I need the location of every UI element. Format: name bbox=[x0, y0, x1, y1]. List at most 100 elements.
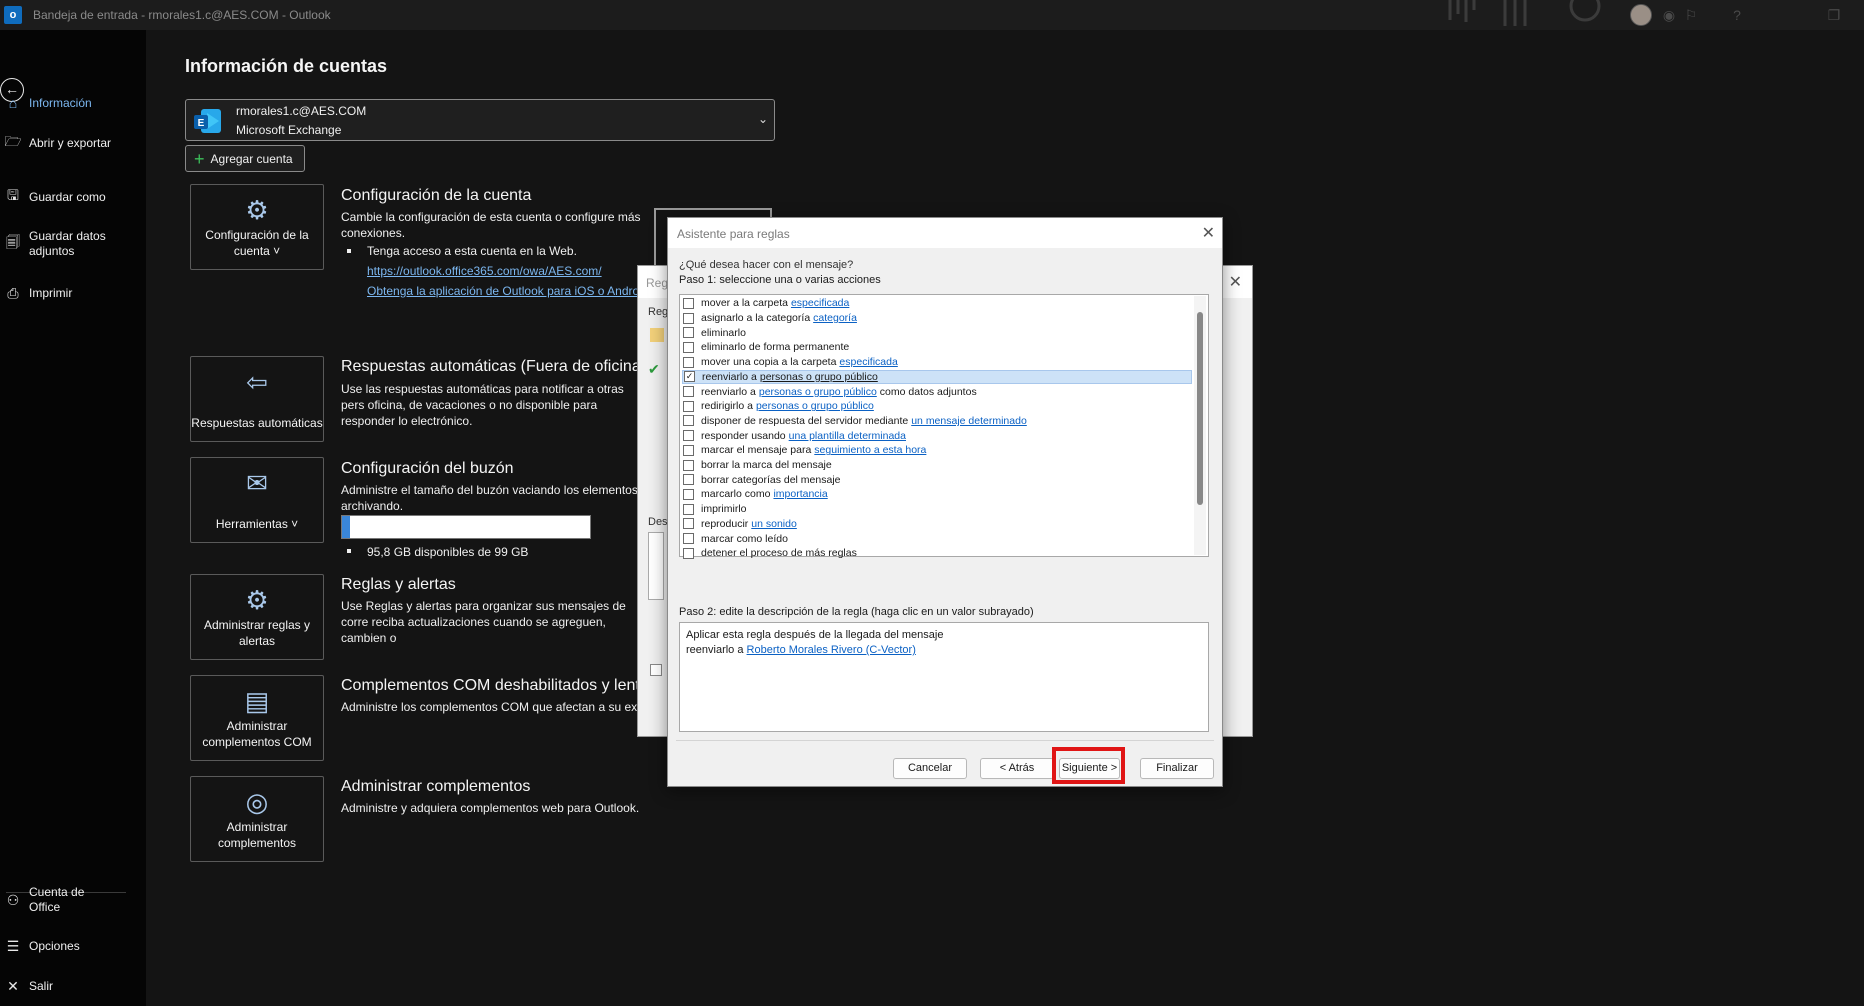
checkbox[interactable] bbox=[683, 547, 694, 559]
nav-item-opciones[interactable]: ☰ Opciones bbox=[0, 931, 146, 961]
storage-progress-bar bbox=[341, 515, 591, 539]
action-row[interactable]: ✓ reenviarlo a personas o grupo público bbox=[682, 369, 1192, 385]
action-row[interactable]: reproducir un sonido bbox=[682, 517, 1192, 532]
checkbox[interactable] bbox=[683, 386, 694, 398]
action-text: reenviarlo a bbox=[701, 385, 756, 398]
action-link[interactable]: personas o grupo público bbox=[759, 386, 877, 398]
nav-item-informacion[interactable]: ⌂ Información bbox=[0, 88, 146, 118]
action-row[interactable]: reenviarlo a personas o grupo público como… bbox=[682, 384, 1192, 399]
action-link[interactable]: un mensaje determinado bbox=[911, 415, 1027, 427]
exchange-icon: E bbox=[194, 109, 221, 133]
description-line: Aplicar esta regla después de la llegada… bbox=[686, 629, 944, 641]
checkbox[interactable] bbox=[683, 533, 694, 545]
section-text: Cambie la configuración de esta cuenta o… bbox=[341, 210, 641, 240]
action-row[interactable]: asignarlo a la categoría categoría bbox=[682, 311, 1192, 326]
nav-item-guardar-como[interactable]: 🖫 Guardar como bbox=[0, 182, 146, 212]
tools-button[interactable]: ✉ Herramientas ˅ bbox=[190, 457, 324, 543]
mobile-app-link[interactable]: Obtenga la aplicación de Outlook para iO… bbox=[367, 284, 639, 298]
action-link[interactable]: una plantilla determinada bbox=[789, 430, 906, 442]
action-row[interactable]: marcar el mensaje para seguimiento a esta… bbox=[682, 443, 1192, 458]
checkbox[interactable] bbox=[683, 430, 694, 442]
finish-button[interactable]: Finalizar bbox=[1140, 758, 1214, 779]
checkbox[interactable] bbox=[683, 415, 694, 427]
action-text: reenviarlo a bbox=[702, 370, 757, 383]
action-text: marcar el mensaje para bbox=[701, 444, 812, 457]
step2-label: Paso 2: edite la descripción de la regla… bbox=[679, 606, 1034, 618]
action-link[interactable]: categoría bbox=[813, 312, 857, 324]
action-link[interactable]: un sonido bbox=[751, 518, 797, 530]
save-attachments-icon: 🗐 bbox=[6, 234, 20, 250]
account-dropdown[interactable]: E rmorales1.c@AES.COM Microsoft Exchange… bbox=[185, 99, 775, 141]
back-button[interactable]: < Atrás bbox=[980, 758, 1054, 779]
checkbox[interactable] bbox=[683, 459, 694, 471]
checkbox[interactable] bbox=[683, 297, 694, 309]
section-text: Administre y adquiera complementos web p… bbox=[341, 801, 640, 815]
action-row[interactable]: mover una copia a la carpeta especificada bbox=[682, 355, 1192, 370]
action-link[interactable]: especificada bbox=[839, 356, 897, 368]
checkbox[interactable] bbox=[683, 312, 694, 324]
action-link[interactable]: personas o grupo público bbox=[756, 400, 874, 412]
account-settings-button[interactable]: ⚙ Configuración de la cuenta ˅ bbox=[190, 184, 324, 270]
action-text: borrar categorías del mensaje bbox=[701, 473, 841, 486]
nav-item-abrir-exportar[interactable]: 🗁 Abrir y exportar bbox=[0, 128, 146, 158]
section-title: Configuración de la cuenta bbox=[341, 187, 532, 204]
nav-item-imprimir[interactable]: ⎙ Imprimir bbox=[0, 278, 146, 308]
com-addins-button[interactable]: ▤ Administrar complementos COM bbox=[190, 675, 324, 761]
restore-window-icon[interactable]: ❐ bbox=[1825, 6, 1843, 24]
bullet-dot bbox=[347, 549, 351, 553]
nav-item-guardar-adjuntos[interactable]: 🗐 Guardar datos adjuntos bbox=[0, 226, 146, 262]
action-text: marcar como leído bbox=[701, 532, 788, 545]
action-row[interactable]: detener el proceso de más reglas bbox=[682, 546, 1192, 561]
coming-soon-icon[interactable]: ◉ bbox=[1660, 6, 1678, 24]
action-row[interactable]: redirigirlo a personas o grupo público bbox=[682, 399, 1192, 414]
owa-link[interactable]: https://outlook.office365.com/owa/AES.co… bbox=[367, 264, 602, 278]
nav-label: Cuenta de Office bbox=[29, 885, 85, 914]
help-icon[interactable]: ? bbox=[1728, 6, 1746, 24]
close-icon[interactable]: ✕ bbox=[1202, 223, 1215, 243]
action-row[interactable]: borrar la marca del mensaje bbox=[682, 458, 1192, 473]
checkbox[interactable] bbox=[683, 518, 694, 530]
action-link[interactable]: personas o grupo público bbox=[760, 371, 878, 383]
dialog-title: Asistente para reglas bbox=[677, 227, 790, 241]
actions-list[interactable]: mover a la carpeta especificada asignarlo … bbox=[679, 294, 1209, 559]
actions-scrollbar[interactable] bbox=[1194, 296, 1206, 555]
checkbox-checked[interactable]: ✓ bbox=[684, 371, 695, 383]
auto-replies-button[interactable]: ⇦ Respuestas automáticas bbox=[190, 356, 324, 442]
action-row[interactable]: marcarlo como importancia bbox=[682, 487, 1192, 502]
bg-checkbox[interactable] bbox=[650, 664, 662, 676]
action-link[interactable]: seguimiento a esta hora bbox=[814, 444, 926, 456]
scrollbar-thumb[interactable] bbox=[1197, 312, 1203, 505]
add-account-button[interactable]: + Agregar cuenta bbox=[185, 145, 305, 172]
action-row[interactable]: mover a la carpeta especificada bbox=[682, 296, 1192, 311]
manage-rules-button[interactable]: ⚙ Administrar reglas y alertas bbox=[190, 574, 324, 660]
nav-item-cuenta-office[interactable]: ⚇ Cuenta de Office bbox=[0, 882, 146, 918]
checkbox[interactable] bbox=[683, 444, 694, 456]
action-row[interactable]: borrar categorías del mensaje bbox=[682, 472, 1192, 487]
tile-label: Respuestas automáticas bbox=[191, 416, 323, 430]
checkbox[interactable] bbox=[683, 400, 694, 412]
folder-icon bbox=[650, 328, 664, 342]
checkbox[interactable] bbox=[683, 356, 694, 368]
action-link[interactable]: especificada bbox=[791, 297, 849, 309]
checkbox[interactable] bbox=[683, 488, 694, 500]
action-row[interactable]: marcar como leído bbox=[682, 531, 1192, 546]
action-row[interactable]: eliminarlo de forma permanente bbox=[682, 340, 1192, 355]
action-row[interactable]: imprimirlo bbox=[682, 502, 1192, 517]
action-row[interactable]: eliminarlo bbox=[682, 325, 1192, 340]
checkbox[interactable] bbox=[683, 474, 694, 486]
close-icon: ✕ bbox=[7, 977, 19, 994]
user-avatar[interactable] bbox=[1630, 4, 1652, 26]
checkbox[interactable] bbox=[683, 341, 694, 353]
recipient-link[interactable]: Roberto Morales Rivero (C-Vector) bbox=[747, 644, 916, 656]
cancel-button[interactable]: Cancelar bbox=[893, 758, 967, 779]
action-link[interactable]: importancia bbox=[773, 488, 827, 500]
checkbox[interactable] bbox=[683, 503, 694, 515]
close-icon[interactable]: ✕ bbox=[1229, 272, 1242, 292]
nav-item-salir[interactable]: ✕ Salir bbox=[0, 971, 146, 1001]
feedback-icon[interactable]: ⚐ bbox=[1682, 6, 1700, 24]
action-row[interactable]: responder usando una plantilla determinad… bbox=[682, 428, 1192, 443]
checkbox[interactable] bbox=[683, 327, 694, 339]
action-row[interactable]: disponer de respuesta del servidor media… bbox=[682, 414, 1192, 429]
storage-progress-fill bbox=[342, 516, 350, 538]
manage-addins-button[interactable]: ◎ Administrar complementos bbox=[190, 776, 324, 862]
